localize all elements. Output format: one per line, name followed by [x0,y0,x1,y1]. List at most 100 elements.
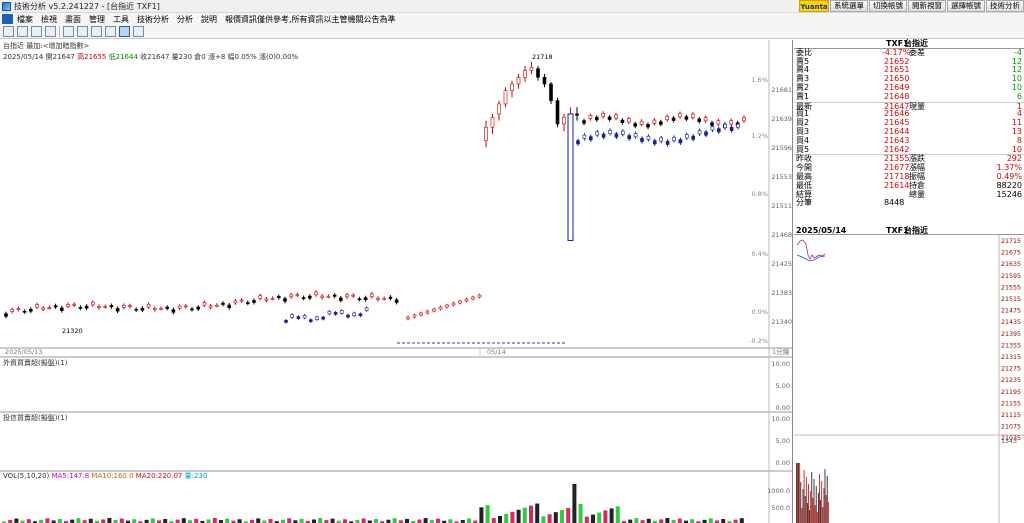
zoom-out-icon[interactable] [77,26,88,37]
volume-bar [739,518,744,523]
volume-bar [101,519,106,523]
candle [103,306,107,308]
mini-volume-bar [808,484,809,523]
volume-bar [76,518,81,523]
last-price-row: 最新 21647 現量 1 [794,101,1024,110]
candle [41,307,46,310]
window-list-icon[interactable] [105,26,116,37]
candle [690,113,695,118]
candle [16,308,21,311]
candle [620,130,625,135]
dropdown-icon[interactable] [45,26,56,37]
mini-header: 2025/05/14 TXF1 台指近 [794,226,1024,235]
candle [703,117,708,122]
candle [59,307,64,311]
menu-file[interactable]: 檔案 [13,14,37,25]
bid-row[interactable]: 買1 21646 4 [794,110,1024,119]
stat-value2: 15246 [996,189,1022,199]
chart-area[interactable]: 21681 21639 21596 21553 21511 21468 21425 21383… [0,40,793,523]
menu-screen[interactable]: 畫面 [61,14,85,25]
ask-row[interactable]: 賣3 21650 10 [794,74,1024,84]
system-menu-button[interactable]: 系統選單 [830,0,868,12]
candle-big [567,113,574,241]
bid-row[interactable]: 買2 21645 11 [794,118,1024,128]
date-left: 2025/05/13 [5,348,42,356]
candle [35,304,39,308]
menu-view[interactable]: 檢視 [37,14,61,25]
candle [406,316,410,320]
menu-manage[interactable]: 管理 [85,14,109,25]
volume-bar [299,518,304,523]
ind1-tick: 5.00 [776,382,790,390]
candle [22,310,27,313]
icon-toolbar [0,25,1024,39]
candle [729,120,734,125]
candle [614,133,619,138]
volume-bar [553,512,558,523]
volume-bar [584,516,589,523]
chart-active-icon[interactable] [119,26,130,37]
candle [394,299,399,303]
bid-row[interactable]: 買4 21643 8 [794,136,1024,146]
ask-row[interactable]: 賣4 21651 12 [794,66,1024,75]
bid-qty: 10 [1011,144,1022,154]
menu-help[interactable]: 說明 [197,14,221,25]
ask-row[interactable]: 賣1 21648 6 [794,91,1024,102]
candle [576,140,580,145]
switch-account-button[interactable]: 切換帳號 [869,0,907,12]
disclaimer-text: 報價資訊僅供參考,所有資訊以主管機關公告為準 [225,14,396,24]
mini-axis-tick: 21435 [1001,319,1021,326]
candle [165,306,169,309]
volume-bar [690,519,695,523]
price-tick: 21511 [771,202,792,210]
candle [302,315,307,319]
candle [159,308,163,310]
volume-bar [14,518,19,523]
add-icon[interactable] [17,26,28,37]
candle [678,113,682,118]
mini-volume-bar [824,469,826,523]
technical-analysis-button[interactable]: 技術分析 [986,0,1024,12]
ask-row[interactable]: 賣2 21649 10 [794,83,1024,93]
candle [412,314,417,318]
menu-technical-analysis[interactable]: 技術分析 [133,14,173,25]
window-alt-icon[interactable] [91,26,102,37]
candle [555,100,560,125]
candle [227,304,231,308]
bid-row[interactable]: 買3 21644 13 [794,127,1024,137]
menu-analysis[interactable]: 分析 [173,14,197,25]
volume-bar [256,518,261,523]
candle [289,294,294,298]
candle [388,296,393,299]
new-window-button[interactable]: 閱新視窗 [908,0,946,12]
window-icon[interactable] [31,26,42,37]
volume-bar [26,519,31,523]
volume-bar [547,514,552,523]
volume-bar [318,518,323,523]
chart-layout-icon[interactable] [3,26,14,37]
volume-bar [572,483,577,523]
candle [320,295,325,298]
mini-axis-tick: 21315 [1001,354,1021,361]
menu-tools[interactable]: 工具 [109,14,133,25]
stat-low: 低21644 [108,53,138,61]
candle [684,134,689,139]
candle [438,306,443,310]
menu-app-icon[interactable] [2,14,13,24]
pct-tick: 0.0% [751,308,768,316]
candlestick-chart[interactable]: 21681 21639 21596 21553 21511 21468 21425 21383… [0,40,793,523]
zoom-in-icon[interactable] [63,26,74,37]
candle [723,124,728,128]
select-account-button[interactable]: 選擇帳號 [947,0,985,12]
ask-label: 賣1 [796,91,810,101]
candle [177,305,182,309]
ask-row[interactable]: 賣5 21652 12 [794,57,1024,67]
candle [458,300,462,304]
candle [704,131,708,136]
grid-icon[interactable] [133,26,144,37]
candle [115,308,120,312]
price-tick: 21468 [771,231,792,239]
candle [72,303,76,306]
mini-chart-panel: 2025/05/14 TXF1 台指近 21715 21675 21635 21595… [794,226,1024,523]
candle [672,137,676,141]
